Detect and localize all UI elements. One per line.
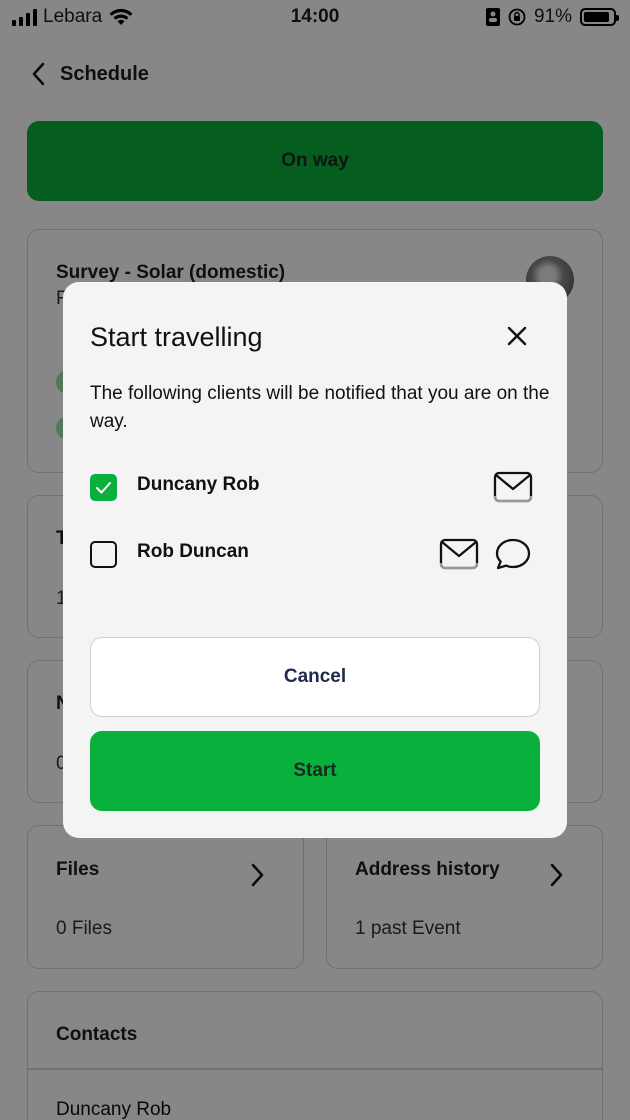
client-name: Duncany Rob [137, 474, 260, 495]
cancel-button[interactable]: Cancel [90, 637, 540, 717]
start-travelling-dialog: Start travelling The following clients w… [63, 282, 567, 838]
dialog-description: The following clients will be notified t… [90, 383, 550, 432]
close-icon[interactable] [505, 324, 529, 348]
client-row: Duncany Rob [90, 468, 540, 508]
client-checkbox-checked[interactable] [90, 474, 117, 501]
client-checkbox-unchecked[interactable] [90, 541, 117, 568]
client-name: Rob Duncan [137, 541, 249, 562]
start-button[interactable]: Start [90, 731, 540, 811]
dialog-title: Start travelling [90, 322, 263, 352]
checkmark-icon [96, 482, 111, 494]
chat-bubble-icon[interactable] [493, 537, 533, 571]
client-row: Rob Duncan [90, 535, 540, 575]
mail-icon[interactable] [493, 470, 533, 504]
mail-icon[interactable] [439, 537, 479, 571]
